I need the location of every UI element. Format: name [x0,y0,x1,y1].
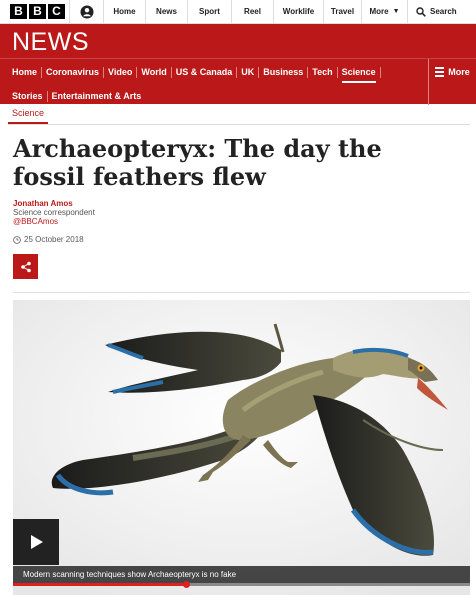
clock-icon [13,235,21,244]
account-button[interactable] [70,0,104,23]
global-nav: Home News Sport Reel Worklife Travel Mor… [104,0,408,23]
news-wordmark[interactable]: NEWS [12,28,89,57]
logo-letter-1: B [10,4,27,19]
chevron-down-icon: ▼ [392,8,400,15]
search-label: Search [430,7,457,16]
section-nav-business[interactable]: Business [259,67,309,78]
article-date-text: 25 October 2018 [24,235,84,244]
section-nav-world[interactable]: World [137,67,172,78]
section-nav-label: World [141,67,167,77]
section-nav-list: Home Coronavirus Video World US & Canada… [8,67,418,115]
section-nav-entertainment-arts[interactable]: Entertainment & Arts [48,91,146,102]
video-progress-handle[interactable] [182,581,190,588]
global-nav-more-label: More [369,7,389,16]
section-nav-video[interactable]: Video [104,67,138,78]
video-caption: Modern scanning techniques show Archaeop… [13,566,470,584]
search-button[interactable]: Search [408,0,457,23]
section-nav-label: UK [241,67,255,77]
article-headline: Archaeopteryx: The day the fossil feathe… [13,134,382,191]
section-nav-label: Coronavirus [46,67,100,77]
global-nav-reel[interactable]: Reel [232,0,274,23]
global-nav-sport[interactable]: Sport [188,0,232,23]
section-nav-label: US & Canada [175,67,233,77]
global-nav-travel[interactable]: Travel [324,0,362,23]
archaeopteryx-illustration [13,300,470,595]
section-nav-science[interactable]: Science [338,67,381,83]
share-icon [20,261,31,272]
divider [13,292,470,293]
section-nav-label: Business [263,67,304,77]
bbc-logo[interactable]: B B C [0,0,70,23]
section-nav-label: Video [108,67,133,77]
share-button[interactable] [13,254,38,279]
video-progress-bar[interactable] [13,581,470,588]
section-more-button[interactable]: More [428,59,476,105]
news-banner: NEWS [0,24,476,58]
section-nav: Home Coronavirus Video World US & Canada… [0,58,476,105]
section-nav-tech[interactable]: Tech [308,67,338,78]
section-nav-label: Tech [312,67,333,77]
video-caption-text: Modern scanning techniques show Archaeop… [23,570,237,579]
logo-letter-2: B [29,4,46,19]
section-nav-label: Home [12,67,38,77]
search-icon [416,6,426,17]
menu-icon [435,67,445,79]
section-nav-home[interactable]: Home [8,67,43,78]
author-role: Science correspondent [13,208,95,217]
video-player[interactable]: Modern scanning techniques show Archaeop… [13,300,470,595]
section-nav-stories[interactable]: Stories [8,91,48,102]
global-nav-home[interactable]: Home [104,0,146,23]
section-nav-label: Entertainment & Arts [51,91,142,101]
section-nav-label: Stories [12,91,43,101]
section-nav-label: Science [341,67,376,83]
global-nav-more[interactable]: More ▼ [362,0,408,23]
section-nav-uk[interactable]: UK [237,67,260,78]
section-nav-us-canada[interactable]: US & Canada [172,67,238,78]
global-header: B B C Home News Sport Reel Worklife Trav… [0,0,476,24]
logo-letter-3: C [48,4,65,19]
article-date: 25 October 2018 [13,235,84,244]
author-twitter-link[interactable]: @BBCAmos [13,217,58,226]
divider [8,124,470,125]
video-progress-fill [13,583,186,586]
section-more-label: More [448,67,470,77]
global-nav-worklife[interactable]: Worklife [274,0,324,23]
author-name: Jonathan Amos [13,199,73,208]
section-nav-coronavirus[interactable]: Coronavirus [42,67,105,78]
global-nav-news[interactable]: News [146,0,188,23]
play-icon [31,535,43,549]
play-button[interactable] [13,519,59,565]
article-section-link[interactable]: Science [8,106,49,124]
account-icon [80,5,93,18]
